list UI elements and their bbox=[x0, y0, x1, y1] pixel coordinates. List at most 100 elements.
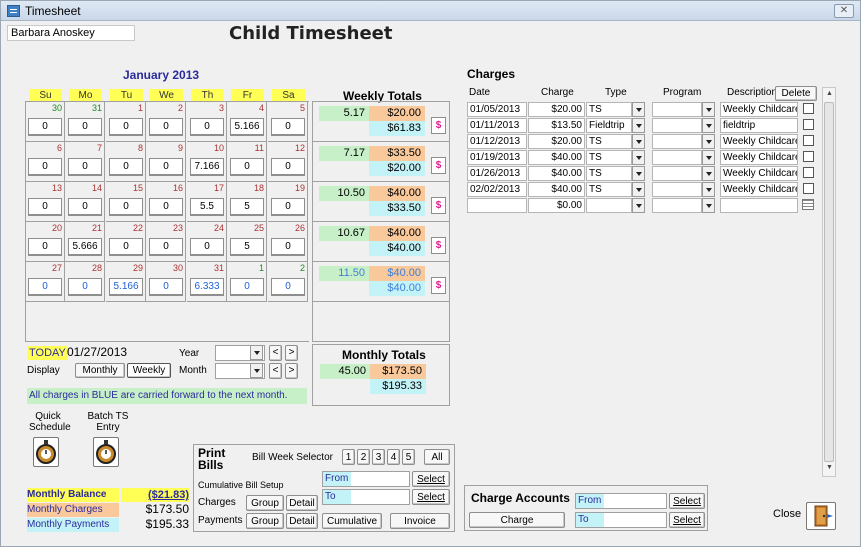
day-hours-button[interactable]: 0 bbox=[230, 278, 264, 296]
day-hours-button[interactable]: 0 bbox=[271, 198, 305, 216]
day-hours-button[interactable]: 5.166 bbox=[109, 278, 143, 296]
day-hours-button[interactable]: 0 bbox=[149, 278, 183, 296]
day-hours-button[interactable]: 0 bbox=[109, 118, 143, 136]
charge-amount[interactable]: $40.00 bbox=[528, 166, 585, 181]
delete-checkbox[interactable] bbox=[803, 151, 814, 162]
month-dropdown-button[interactable] bbox=[250, 363, 263, 378]
invoice-button[interactable]: Invoice bbox=[390, 513, 450, 529]
charge-date[interactable]: 02/02/2013 bbox=[467, 182, 527, 197]
batch-ts-entry-button[interactable] bbox=[93, 437, 119, 467]
type-dropdown-button[interactable] bbox=[632, 182, 645, 197]
bill-week-5-button[interactable]: 5 bbox=[402, 449, 415, 465]
day-hours-button[interactable]: 7.166 bbox=[190, 158, 224, 176]
charge-amount[interactable]: $0.00 bbox=[528, 198, 585, 213]
charge-program[interactable] bbox=[652, 118, 702, 133]
day-hours-button[interactable]: 5 bbox=[230, 238, 264, 256]
charge-description[interactable]: Weekly Childcare bbox=[720, 182, 798, 197]
week-payment-button[interactable]: $ bbox=[431, 197, 446, 214]
program-dropdown-button[interactable] bbox=[702, 150, 715, 165]
scroll-down-arrow-icon[interactable]: ▼ bbox=[826, 464, 833, 471]
delete-checkbox[interactable] bbox=[803, 135, 814, 146]
print-to-field[interactable]: To bbox=[322, 489, 410, 505]
charge-description[interactable]: Weekly Childcare bbox=[720, 102, 798, 117]
quick-schedule-button[interactable] bbox=[33, 437, 59, 467]
day-hours-button[interactable]: 0 bbox=[271, 238, 305, 256]
day-hours-button[interactable]: 0 bbox=[271, 158, 305, 176]
display-weekly-button[interactable]: Weekly bbox=[127, 363, 171, 378]
year-dropdown-button[interactable] bbox=[250, 345, 263, 360]
charge-program[interactable] bbox=[652, 150, 702, 165]
year-next-button[interactable]: > bbox=[285, 345, 298, 361]
week-payment-button[interactable]: $ bbox=[431, 237, 446, 254]
program-dropdown-button[interactable] bbox=[702, 118, 715, 133]
program-dropdown-button[interactable] bbox=[702, 198, 715, 213]
bill-week-1-button[interactable]: 1 bbox=[342, 449, 355, 465]
day-hours-button[interactable]: 0 bbox=[190, 238, 224, 256]
charge-program[interactable] bbox=[652, 102, 702, 117]
charge-description[interactable]: Weekly Childcare bbox=[720, 166, 798, 181]
charge-type[interactable] bbox=[586, 198, 632, 213]
charge-button[interactable]: Charge bbox=[469, 512, 565, 528]
day-hours-button[interactable]: 0 bbox=[109, 238, 143, 256]
type-dropdown-button[interactable] bbox=[632, 150, 645, 165]
day-hours-button[interactable]: 0 bbox=[190, 118, 224, 136]
day-hours-button[interactable]: 0 bbox=[149, 118, 183, 136]
charges-scrollbar[interactable]: ▲ ▼ bbox=[822, 87, 836, 477]
day-hours-button[interactable]: 5.666 bbox=[68, 238, 102, 256]
day-hours-button[interactable]: 0 bbox=[68, 278, 102, 296]
program-dropdown-button[interactable] bbox=[702, 182, 715, 197]
charge-type[interactable]: TS bbox=[586, 134, 632, 149]
print-to-select-button[interactable]: Select bbox=[412, 489, 450, 505]
delete-checkbox[interactable] bbox=[803, 183, 814, 194]
close-button[interactable] bbox=[806, 502, 836, 530]
program-dropdown-button[interactable] bbox=[702, 134, 715, 149]
child-name-field[interactable]: Barbara Anoskey bbox=[7, 25, 135, 41]
day-hours-button[interactable]: 0 bbox=[109, 198, 143, 216]
day-hours-button[interactable]: 0 bbox=[28, 198, 62, 216]
day-hours-button[interactable]: 0 bbox=[271, 278, 305, 296]
day-hours-button[interactable]: 0 bbox=[271, 118, 305, 136]
type-dropdown-button[interactable] bbox=[632, 118, 645, 133]
charge-description[interactable]: Weekly Childcare bbox=[720, 134, 798, 149]
charge-amount[interactable]: $20.00 bbox=[528, 102, 585, 117]
charge-accounts-from-field[interactable]: From bbox=[575, 493, 667, 509]
day-hours-button[interactable]: 0 bbox=[68, 158, 102, 176]
charges-group-button[interactable]: Group bbox=[246, 495, 284, 511]
ca-from-select-button[interactable]: Select bbox=[669, 493, 705, 509]
charge-type[interactable]: TS bbox=[586, 102, 632, 117]
day-hours-button[interactable]: 0 bbox=[28, 118, 62, 136]
charge-type[interactable]: TS bbox=[586, 166, 632, 181]
day-hours-button[interactable]: 0 bbox=[28, 158, 62, 176]
day-hours-button[interactable]: 0 bbox=[149, 198, 183, 216]
bill-week-all-button[interactable]: All bbox=[424, 449, 450, 465]
program-dropdown-button[interactable] bbox=[702, 166, 715, 181]
delete-checkbox[interactable] bbox=[803, 167, 814, 178]
program-dropdown-button[interactable] bbox=[702, 102, 715, 117]
type-dropdown-button[interactable] bbox=[632, 134, 645, 149]
display-monthly-button[interactable]: Monthly bbox=[75, 363, 125, 378]
day-hours-button[interactable]: 0 bbox=[68, 198, 102, 216]
charge-date[interactable]: 01/19/2013 bbox=[467, 150, 527, 165]
charge-date[interactable]: 01/05/2013 bbox=[467, 102, 527, 117]
charge-program[interactable] bbox=[652, 198, 702, 213]
bill-week-2-button[interactable]: 2 bbox=[357, 449, 370, 465]
day-hours-button[interactable]: 5 bbox=[230, 198, 264, 216]
day-hours-button[interactable]: 0 bbox=[28, 278, 62, 296]
charge-description[interactable]: Weekly Childcare bbox=[720, 150, 798, 165]
day-hours-button[interactable]: 0 bbox=[149, 158, 183, 176]
charge-amount[interactable]: $20.00 bbox=[528, 134, 585, 149]
cumulative-button[interactable]: Cumulative bbox=[322, 513, 382, 529]
week-payment-button[interactable]: $ bbox=[431, 117, 446, 134]
delete-checkbox[interactable] bbox=[803, 119, 814, 130]
charge-amount[interactable]: $40.00 bbox=[528, 182, 585, 197]
charge-amount[interactable]: $40.00 bbox=[528, 150, 585, 165]
delete-checkbox[interactable] bbox=[803, 103, 814, 114]
charge-accounts-to-field[interactable]: To bbox=[575, 512, 667, 528]
day-hours-button[interactable]: 5.5 bbox=[190, 198, 224, 216]
charge-description[interactable]: fieldtrip bbox=[720, 118, 798, 133]
day-hours-button[interactable]: 0 bbox=[230, 158, 264, 176]
day-hours-button[interactable]: 5.166 bbox=[230, 118, 264, 136]
ca-to-select-button[interactable]: Select bbox=[669, 512, 705, 528]
delete-button[interactable]: Delete bbox=[775, 86, 817, 101]
charge-description[interactable] bbox=[720, 198, 798, 213]
